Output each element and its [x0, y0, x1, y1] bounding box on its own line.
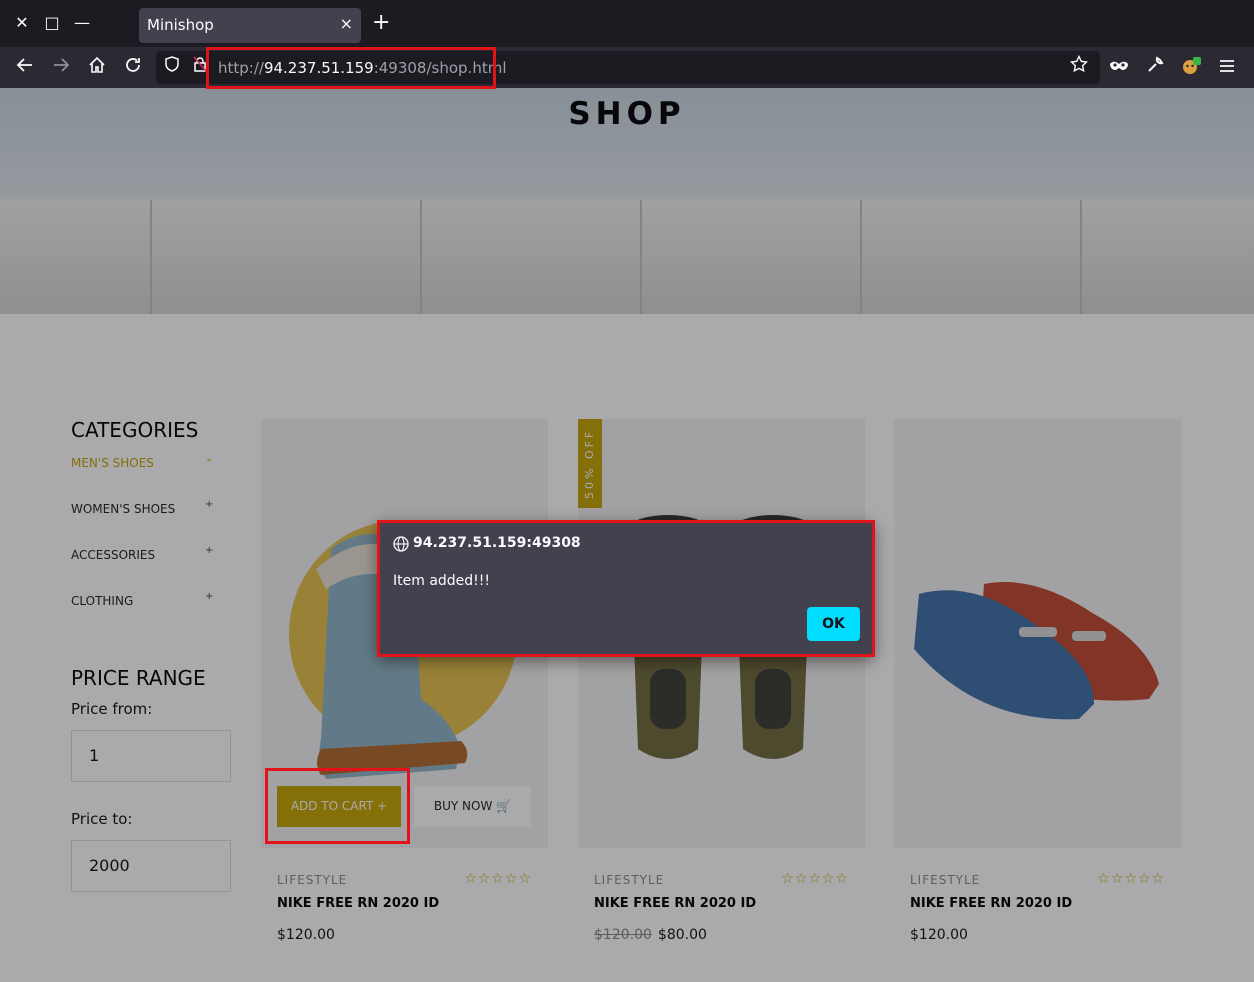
bookmark-star-icon[interactable] — [1067, 54, 1091, 79]
highlight-dialog — [377, 520, 875, 657]
tab-title: Minishop — [147, 16, 214, 34]
highlight-add-to-cart — [265, 768, 410, 844]
tab-close-icon[interactable]: × — [340, 14, 353, 33]
forward-icon[interactable] — [49, 56, 73, 80]
extension-icon[interactable] — [1179, 56, 1203, 80]
window-minimize-icon[interactable]: — — [72, 13, 92, 33]
window-close-icon[interactable]: ✕ — [12, 13, 32, 33]
tracking-shield-icon[interactable] — [160, 55, 184, 79]
reload-icon[interactable] — [121, 56, 145, 80]
home-icon[interactable] — [85, 56, 109, 80]
menu-hamburger-icon[interactable] — [1215, 56, 1239, 80]
private-mask-icon[interactable] — [1107, 56, 1131, 80]
window-maximize-icon[interactable]: □ — [42, 13, 62, 33]
tab-strip: ✕ □ — Minishop × + — [0, 0, 1254, 47]
wrench-icon[interactable] — [1143, 56, 1167, 80]
highlight-url — [206, 47, 496, 89]
browser-tab[interactable]: Minishop × — [139, 8, 361, 43]
back-icon[interactable] — [13, 56, 37, 80]
navigation-toolbar: http://94.237.51.159:49308/shop.html — [0, 47, 1254, 88]
new-tab-button[interactable]: + — [372, 12, 390, 34]
